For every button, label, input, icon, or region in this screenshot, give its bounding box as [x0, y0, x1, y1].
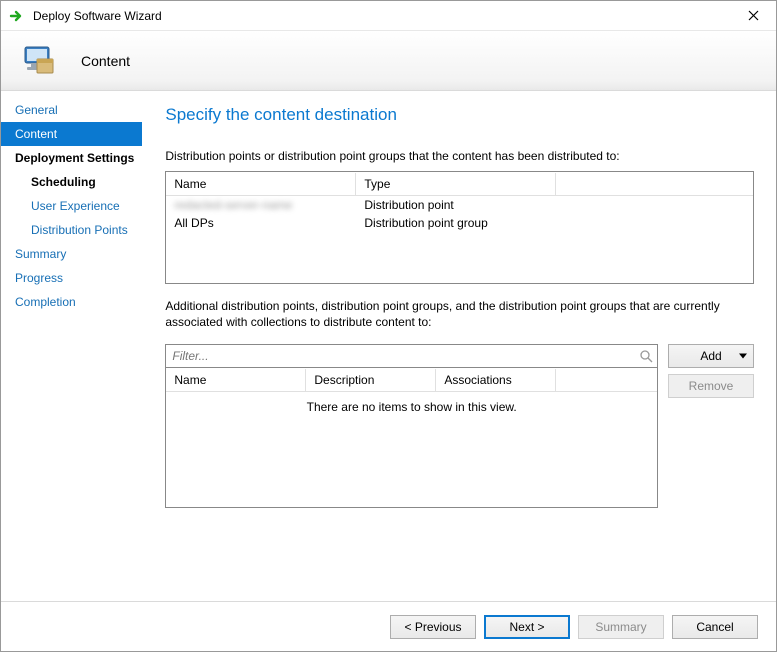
- cancel-button[interactable]: Cancel: [672, 615, 758, 639]
- sidebar-label: Deployment Settings: [15, 151, 134, 165]
- remove-button: Remove: [668, 374, 754, 398]
- titlebar: Deploy Software Wizard: [1, 1, 776, 31]
- window-title: Deploy Software Wizard: [33, 9, 731, 23]
- add-button[interactable]: Add: [668, 344, 754, 368]
- sidebar-item-summary[interactable]: Summary: [1, 242, 142, 266]
- sidebar-item-general[interactable]: General: [1, 98, 142, 122]
- additional-grid: Name Description Associations There are …: [165, 368, 658, 508]
- grid-header: Name Type: [166, 172, 753, 196]
- button-label: Next >: [509, 620, 544, 634]
- sidebar-item-scheduling[interactable]: Scheduling: [1, 170, 142, 194]
- col-spacer: [556, 376, 657, 384]
- empty-message: There are no items to show in this view.: [166, 392, 657, 414]
- col-type[interactable]: Type: [356, 173, 556, 195]
- sidebar-label: Scheduling: [31, 175, 96, 189]
- sidebar: General Content Deployment Settings Sche…: [1, 91, 143, 601]
- table-row[interactable]: All DPs Distribution point group: [166, 214, 753, 232]
- search-icon[interactable]: [635, 345, 657, 367]
- sidebar-label: Summary: [15, 247, 66, 261]
- col-name[interactable]: Name: [166, 369, 306, 391]
- filter-input[interactable]: [166, 345, 635, 367]
- sidebar-label: Progress: [15, 271, 63, 285]
- filter-box: [165, 344, 658, 368]
- sidebar-item-completion[interactable]: Completion: [1, 290, 142, 314]
- close-button[interactable]: [731, 1, 776, 31]
- additional-section: Name Description Associations There are …: [165, 344, 754, 508]
- distributed-grid: Name Type redacted-server-name Distribut…: [165, 171, 754, 284]
- wizard-window: Deploy Software Wizard Content General C…: [0, 0, 777, 652]
- side-button-stack: Add Remove: [668, 344, 754, 398]
- cell-name: All DPs: [166, 215, 356, 231]
- previous-button[interactable]: < Previous: [390, 615, 476, 639]
- sidebar-label: General: [15, 103, 58, 117]
- col-spacer: [556, 180, 753, 188]
- col-description[interactable]: Description: [306, 369, 436, 391]
- sidebar-label: Completion: [15, 295, 76, 309]
- instruction-2: Additional distribution points, distribu…: [165, 298, 754, 330]
- table-row[interactable]: redacted-server-name Distribution point: [166, 196, 753, 214]
- header: Content: [1, 31, 776, 91]
- wizard-footer: < Previous Next > Summary Cancel: [1, 601, 776, 651]
- arrow-right-icon: [9, 8, 25, 24]
- chevron-down-icon: [739, 354, 747, 359]
- wizard-body: General Content Deployment Settings Sche…: [1, 91, 776, 601]
- button-label: Remove: [689, 379, 734, 393]
- button-label: Cancel: [696, 620, 733, 634]
- button-label: Add: [700, 349, 721, 363]
- cell-type: Distribution point group: [356, 215, 556, 231]
- grid-header: Name Description Associations: [166, 368, 657, 392]
- sidebar-item-content[interactable]: Content: [1, 122, 142, 146]
- cell-name: redacted-server-name: [166, 197, 356, 213]
- instruction-1: Distribution points or distribution poin…: [165, 149, 754, 163]
- additional-left: Name Description Associations There are …: [165, 344, 658, 508]
- sidebar-item-user-experience[interactable]: User Experience: [1, 194, 142, 218]
- page-title: Specify the content destination: [165, 105, 754, 125]
- cell-type: Distribution point: [356, 197, 556, 213]
- sidebar-item-distribution-points[interactable]: Distribution Points: [1, 218, 142, 242]
- sidebar-item-progress[interactable]: Progress: [1, 266, 142, 290]
- sidebar-label: Distribution Points: [31, 223, 128, 237]
- sidebar-item-deployment-settings[interactable]: Deployment Settings: [1, 146, 142, 170]
- button-label: Summary: [595, 620, 646, 634]
- next-button[interactable]: Next >: [484, 615, 570, 639]
- content-pane: Specify the content destination Distribu…: [143, 91, 776, 601]
- button-label: < Previous: [404, 620, 461, 634]
- close-icon: [748, 8, 759, 24]
- sidebar-label: User Experience: [31, 199, 120, 213]
- header-title: Content: [81, 53, 130, 69]
- summary-button: Summary: [578, 615, 664, 639]
- deploy-software-icon: [15, 39, 59, 83]
- col-associations[interactable]: Associations: [436, 369, 556, 391]
- sidebar-label: Content: [15, 127, 57, 141]
- col-name[interactable]: Name: [166, 173, 356, 195]
